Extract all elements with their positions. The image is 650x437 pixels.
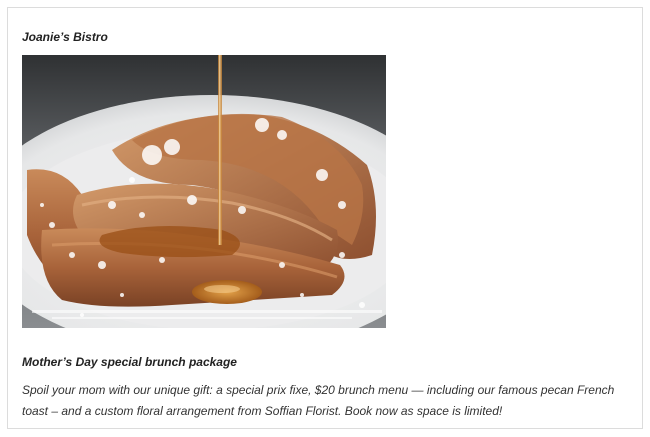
offer-description: Spoil your mom with our unique gift: a s…	[22, 383, 615, 418]
post-card: Joanie’s Bistro Mother’s Day special bru…	[7, 7, 643, 429]
french-toast-photo[interactable]	[22, 55, 386, 328]
french-toast-illustration	[22, 55, 386, 328]
offer-title: Mother’s Day special brunch package	[22, 355, 237, 369]
restaurant-name: Joanie’s Bistro	[22, 30, 108, 44]
